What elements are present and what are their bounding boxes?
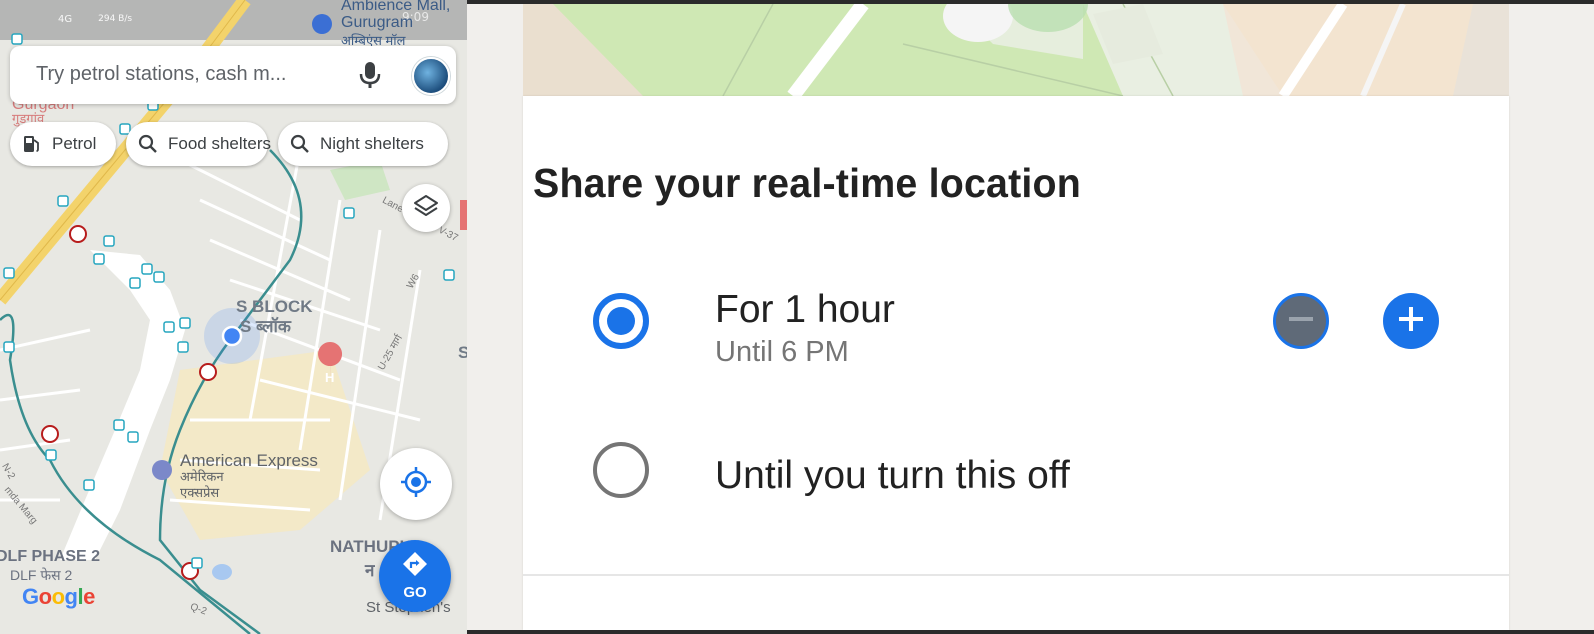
chip-night-shelters-label: Night shelters [320,134,424,153]
svg-text:H: H [325,370,334,385]
s-block-hi-label: S ब्लॉक [240,317,291,336]
share-location-panel: Share your real-time location For 1 hour… [467,0,1594,634]
search-icon [138,134,158,154]
directions-icon [402,551,428,582]
search-placeholder[interactable]: Try petrol stations, cash m... [36,63,286,86]
search-icon [290,134,310,154]
chip-food-shelters[interactable]: Food shelters [126,122,271,166]
radio-for-1-hour[interactable] [593,293,649,349]
increase-duration-button[interactable] [1383,293,1439,349]
layers-button[interactable] [402,184,450,232]
chip-petrol-label: Petrol [52,134,97,153]
category-chips: Petrol Food shelters Night shelters [10,122,448,166]
option-for-1-hour-label[interactable]: For 1 hour [715,288,895,332]
option-for-1-hour-sub: Until 6 PM [715,336,849,368]
dlf-phase2-label: DLF PHASE 2 [0,548,101,565]
amex-label[interactable]: American Express [180,451,318,471]
dialog-map-preview [523,4,1509,96]
layers-icon [413,193,439,224]
my-location-button[interactable] [380,448,452,520]
speed-label: 294 B/s [98,14,133,24]
chip-night-shelters[interactable]: Night shelters [278,122,448,166]
search-bar[interactable]: Try petrol stations, cash m... [10,46,456,104]
nathupur-hi-label: न [365,561,375,580]
radio-until-turned-off[interactable] [593,442,649,498]
gurugram-label: Gurugram [341,14,414,31]
chip-petrol[interactable]: Petrol [10,122,116,166]
google-logo: Google [22,584,95,609]
minus-icon [1286,304,1316,339]
dialog-divider [523,574,1509,576]
avatar[interactable] [412,57,450,95]
s-block-label: S BLOCK [236,297,313,316]
map-screen: H 4G 294 B/s 9:09 Ambience Mall, Gurugra… [0,0,467,634]
dialog-title: Share your real-time location [533,160,1082,206]
chip-food-shelters-label: Food shelters [168,134,271,153]
option-until-turned-off-label[interactable]: Until you turn this off [715,454,1070,498]
go-button[interactable]: GO [379,540,451,612]
ambience-mall-label[interactable]: Ambience Mall, [341,0,450,15]
petrol-pump-icon [22,134,42,154]
decrease-duration-button[interactable] [1273,293,1329,349]
my-location-icon [399,465,433,504]
go-label: GO [403,584,427,601]
plus-icon [1396,304,1426,339]
dlf-phase2-hi-label: DLF फेस 2 [10,567,73,583]
microphone-icon[interactable] [357,60,383,90]
bottom-border [467,630,1594,634]
amex-hi-label-2: एक्सप्रेस [180,485,220,500]
amex-hi-label-1: अमेरिकन [180,469,224,484]
s-edge-label: S [458,343,467,362]
network-label: 4G [58,13,73,25]
